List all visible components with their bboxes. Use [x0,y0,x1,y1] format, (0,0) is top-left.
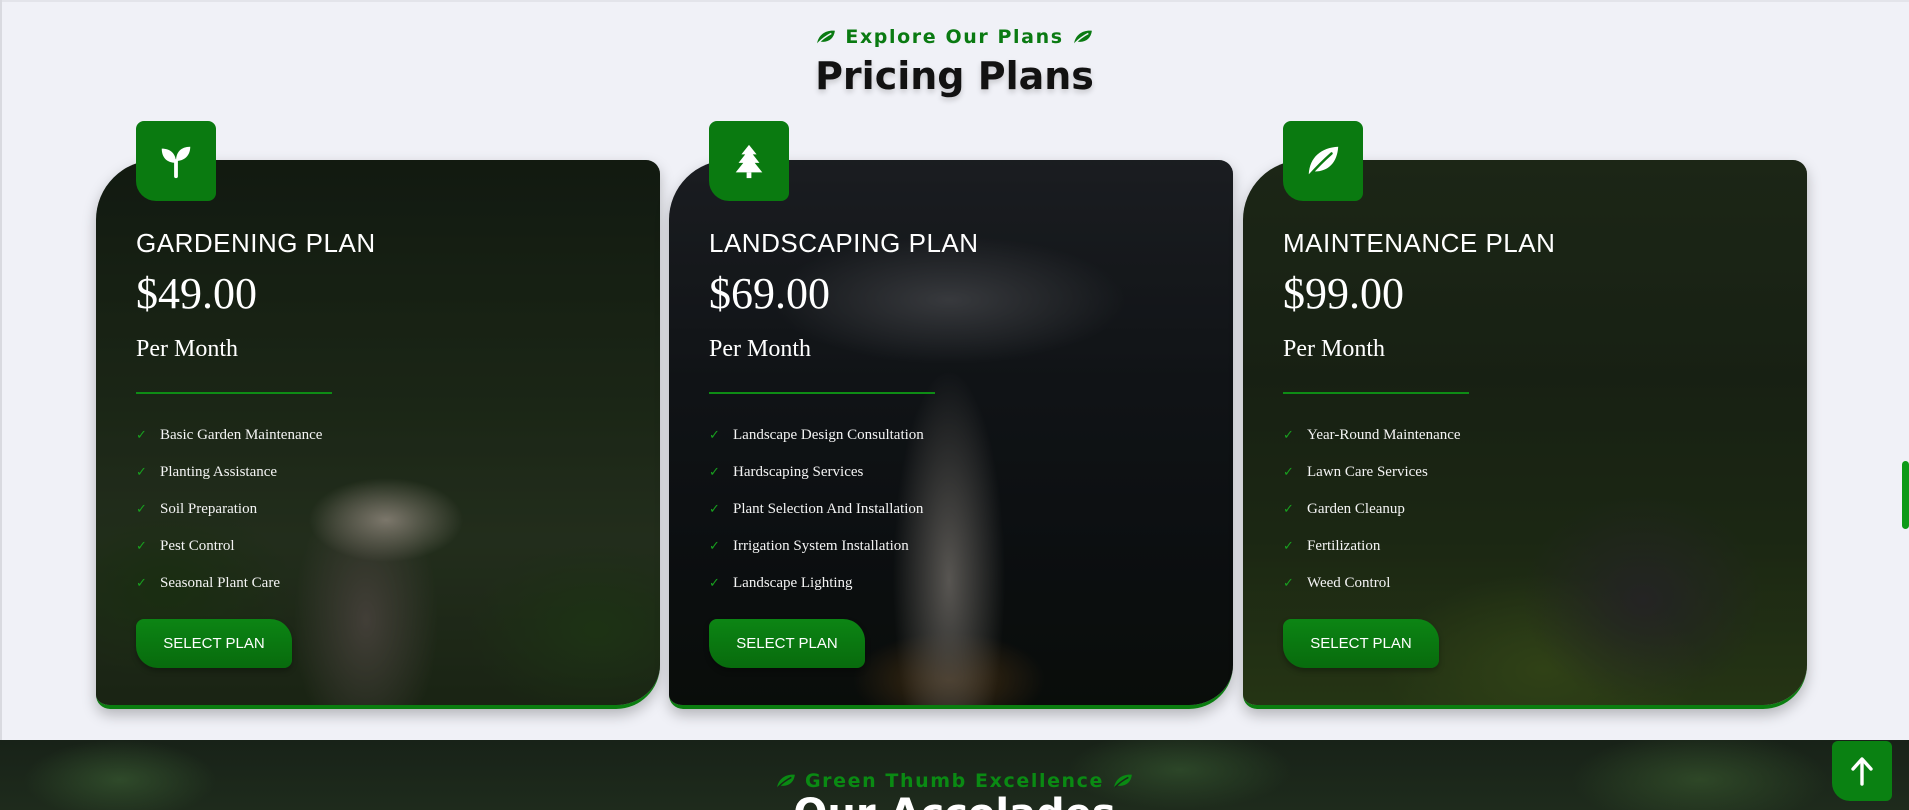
check-icon: ✓ [136,428,147,443]
feature-item: ✓ Garden Cleanup [1283,501,1405,517]
check-icon: ✓ [1283,465,1294,480]
plan-icon-box [1283,121,1363,201]
section-subtitle: Explore Our Plans [815,26,1093,48]
feature-list: ✓ Year-Round Maintenance ✓ Lawn Care Servi… [1283,417,1461,602]
plan-icon-box [136,121,216,201]
select-plan-button[interactable]: SELECT PLAN [709,619,865,668]
feature-item: ✓ Planting Assistance [136,464,278,480]
divider [1283,392,1469,394]
feature-item: ✓ Landscape Lighting [709,575,853,591]
check-icon: ✓ [1283,576,1294,591]
scrollbar-thumb[interactable] [1902,461,1909,529]
divider [709,392,935,394]
tree-icon [735,144,763,179]
check-icon: ✓ [136,576,147,591]
next-section-subtitle: Green Thumb Excellence [0,770,1909,794]
check-icon: ✓ [709,502,720,517]
check-icon: ✓ [1283,502,1294,517]
arrow-up-icon [1851,757,1873,786]
check-icon: ✓ [136,502,147,517]
check-icon: ✓ [709,428,720,443]
section-header: Explore Our Plans Pricing Plans [0,26,1909,98]
sprout-icon [161,146,191,179]
feature-item: ✓ Soil Preparation [136,501,258,517]
next-section-subtitle-text: Green Thumb Excellence [804,770,1105,792]
check-icon: ✓ [1283,539,1294,554]
leaf-icon [817,30,836,44]
pricing-card-maintenance: MAINTENANCE PLAN $99.00 Per Month ✓ Year-… [1243,160,1807,709]
plan-period: Per Month [709,336,811,362]
feature-list: ✓ Basic Garden Maintenance ✓ Planting Assi… [136,417,322,602]
pricing-card-landscaping: LANDSCAPING PLAN $69.00 Per Month ✓ Lands… [669,160,1233,709]
leaf-icon [1308,146,1339,177]
pricing-card-gardening: GARDENING PLAN $49.00 Per Month ✓ Basic G… [96,160,660,709]
next-section-title: Our Accolades [0,794,1909,810]
check-icon: ✓ [709,576,720,591]
plan-name: MAINTENANCE PLAN [1283,228,1556,258]
divider [136,392,332,394]
top-border [0,0,1909,2]
feature-item: ✓ Year-Round Maintenance [1283,427,1461,443]
check-icon: ✓ [1283,428,1294,443]
plan-icon-box [709,121,789,201]
select-plan-button[interactable]: SELECT PLAN [136,619,292,668]
check-icon: ✓ [136,539,147,554]
feature-item: ✓ Hardscaping Services [709,464,864,480]
feature-item: ✓ Weed Control [1283,575,1391,591]
plan-period: Per Month [136,336,238,362]
plan-price: $49.00 [136,269,257,318]
select-plan-button[interactable]: SELECT PLAN [1283,619,1439,668]
feature-item: ✓ Plant Selection And Installation [709,501,924,517]
section-title: Pricing Plans [815,54,1094,98]
feature-list: ✓ Landscape Design Consultation ✓ Hardscap… [709,417,924,602]
feature-item: ✓ Landscape Design Consultation [709,427,924,443]
leaf-icon [1073,30,1092,44]
feature-item: ✓ Irrigation System Installation [709,538,909,554]
plan-name: GARDENING PLAN [136,228,376,258]
feature-item: ✓ Basic Garden Maintenance [136,427,323,443]
feature-item: ✓ Lawn Care Services [1283,464,1428,480]
leaf-icon [777,774,795,788]
feature-item: ✓ Fertilization [1283,538,1381,554]
leaf-icon [1114,774,1132,788]
check-icon: ✓ [136,465,147,480]
plan-name: LANDSCAPING PLAN [709,228,979,258]
feature-item: ✓ Seasonal Plant Care [136,575,280,591]
feature-item: ✓ Pest Control [136,538,235,554]
check-icon: ✓ [709,465,720,480]
plan-price: $69.00 [709,269,830,318]
left-border [0,0,2,740]
plan-price: $99.00 [1283,269,1404,318]
section-subtitle-text: Explore Our Plans [845,26,1064,48]
plan-period: Per Month [1283,336,1385,362]
check-icon: ✓ [709,539,720,554]
scroll-to-top-button[interactable] [1832,741,1892,801]
